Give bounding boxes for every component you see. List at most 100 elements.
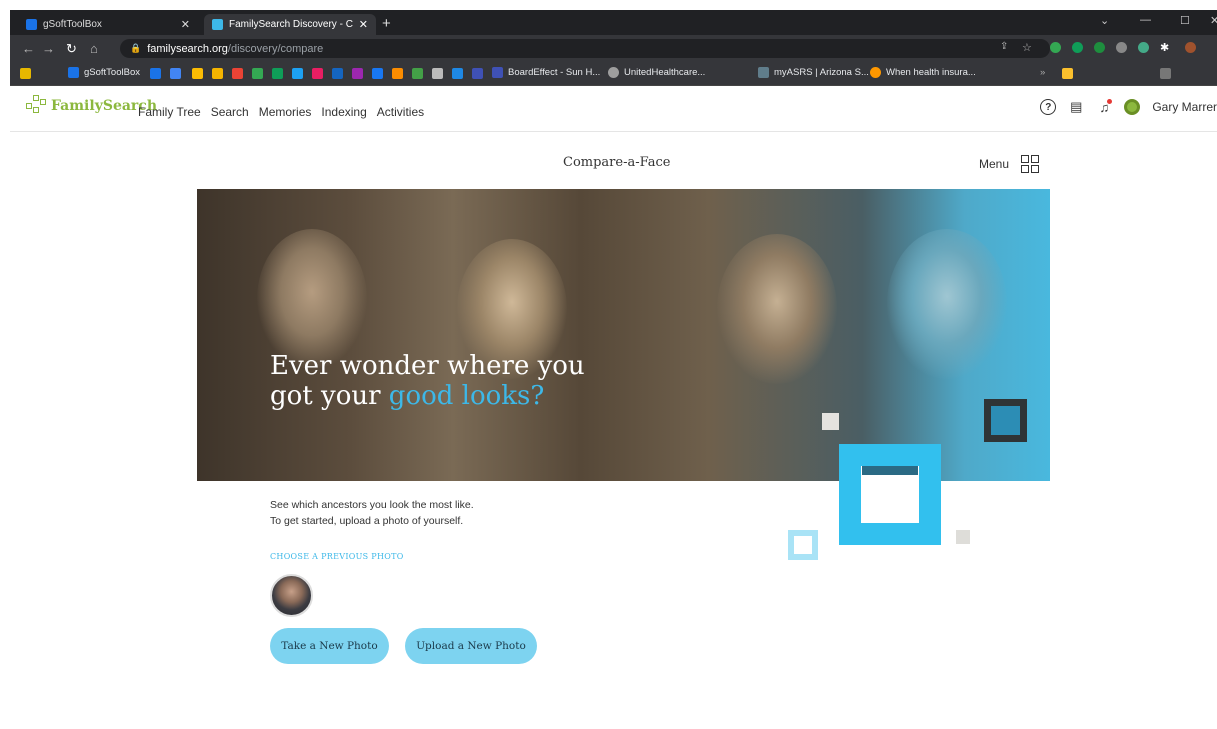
help-icon[interactable]: ? (1040, 99, 1057, 115)
maximize-icon[interactable]: ☐ (1180, 14, 1190, 27)
lock-icon: 🔒 (130, 43, 142, 53)
grid-menu-icon (1021, 155, 1040, 173)
ancestor-photo-4 (887, 229, 1007, 379)
close-window-icon[interactable]: ✕ (1210, 14, 1217, 27)
more-bookmarks-icon[interactable]: » (1040, 67, 1045, 78)
bookmark-favicon-icon (870, 67, 881, 78)
decorative-square (984, 399, 1027, 442)
upload-new-photo-button[interactable]: Upload a New Photo (405, 628, 537, 664)
tab-title: FamilySearch Discovery - Compa (229, 19, 353, 30)
bookmark-label: UnitedHealthcare... (624, 67, 706, 78)
bookmark-icon[interactable] (170, 68, 181, 79)
bookmark-favicon-icon (68, 67, 79, 78)
extensions-puzzle-icon[interactable]: ✱ (1160, 41, 1169, 54)
back-icon[interactable]: ← (22, 41, 35, 56)
bookmark-icon[interactable] (452, 68, 463, 79)
notifications-bell-icon[interactable]: ♫ (1096, 99, 1113, 115)
bookmark-boardeffect[interactable]: BoardEffect - Sun H... (492, 67, 600, 78)
decorative-square (822, 413, 839, 430)
bookmark-icon[interactable] (232, 68, 243, 79)
menu-label: Menu (979, 157, 1010, 171)
share-icon[interactable]: ⇪ (1000, 41, 1008, 52)
extension-icon[interactable] (1116, 42, 1127, 53)
tab-title: gSoftToolBox (43, 19, 102, 30)
address-bar[interactable]: 🔒 familysearch.org/discovery/compare (120, 39, 1050, 58)
decorative-square (862, 466, 918, 475)
hero-banner: Ever wonder where you got your good look… (197, 189, 1050, 481)
previous-photo-label: CHOOSE A PREVIOUS PHOTO (270, 552, 404, 561)
nav-family-tree[interactable]: Family Tree (138, 105, 201, 119)
familysearch-page: FamilySearch Family Tree Search Memories… (10, 86, 1217, 729)
take-new-photo-button[interactable]: Take a New Photo (270, 628, 389, 664)
bookmark-star-icon[interactable]: ☆ (1022, 41, 1032, 54)
previous-photo-thumbnail[interactable] (270, 574, 313, 617)
description-line-1: See which ancestors you look the most li… (270, 499, 474, 511)
hero-line-2-accent: good looks? (388, 381, 545, 411)
bookmark-health-insurance[interactable]: When health insura... (870, 67, 976, 78)
decorative-square (956, 530, 970, 544)
hero-headline: Ever wonder where you got your good look… (270, 351, 585, 411)
bookmark-icon[interactable] (212, 68, 223, 79)
extension-icon[interactable] (1072, 42, 1083, 53)
page-title: Compare-a-Face (563, 155, 671, 170)
minimize-icon[interactable]: — (1140, 14, 1151, 26)
reading-list-icon[interactable] (1160, 68, 1171, 79)
hero-line-1: Ever wonder where you (270, 351, 585, 381)
ancestor-photo-1 (257, 229, 367, 369)
nav-search[interactable]: Search (211, 105, 249, 119)
tab-gsofttoolbox[interactable]: gSoftToolBox ✕ (18, 14, 198, 35)
bookmark-label: gSoftToolBox (84, 67, 140, 78)
user-name[interactable]: Gary Marrer (1152, 100, 1217, 114)
bookmark-icon[interactable] (192, 68, 203, 79)
home-icon[interactable]: ⌂ (90, 41, 98, 56)
profile-icon[interactable] (1185, 42, 1196, 53)
menu-button[interactable]: Menu (979, 155, 1040, 173)
bookmark-label: BoardEffect - Sun H... (508, 67, 601, 78)
tree-logo-icon (26, 95, 48, 117)
bookmark-icon[interactable] (392, 68, 403, 79)
grammarly-icon[interactable] (1094, 42, 1105, 53)
bookmark-icon[interactable] (432, 68, 443, 79)
tab-search-chevron-icon[interactable]: ⌄ (1100, 14, 1109, 27)
extension-icon[interactable] (1138, 42, 1149, 53)
nav-activities[interactable]: Activities (377, 105, 424, 119)
nav-indexing[interactable]: Indexing (321, 105, 366, 119)
user-avatar[interactable] (1124, 99, 1141, 115)
bookmark-icon[interactable] (312, 68, 323, 79)
twitter-icon[interactable] (292, 68, 303, 79)
bookmark-icon[interactable] (332, 68, 343, 79)
bookmark-icon[interactable] (352, 68, 363, 79)
apps-grid-icon[interactable] (20, 68, 31, 79)
facebook-icon[interactable] (372, 68, 383, 79)
reload-icon[interactable]: ↻ (66, 41, 77, 57)
main-nav: Family Tree Search Memories Indexing Act… (138, 105, 424, 119)
description-line-2: To get started, upload a photo of yourse… (270, 515, 464, 527)
url-host: familysearch.org (147, 42, 228, 55)
bookmark-icon[interactable] (412, 68, 423, 79)
site-header: FamilySearch Family Tree Search Memories… (10, 86, 1217, 132)
browser-tab-bar: gSoftToolBox ✕ FamilySearch Discovery - … (10, 10, 1217, 35)
bookmark-unitedhealthcare[interactable]: UnitedHealthcare... (608, 67, 705, 78)
bookmark-label: myASRS | Arizona S... (774, 67, 869, 78)
bookmarks-bar: gSoftToolBox BoardEffect - Sun H... Unit… (10, 62, 1217, 86)
close-tab-icon[interactable]: ✕ (181, 18, 190, 31)
tab-familysearch[interactable]: FamilySearch Discovery - Compa ✕ (204, 14, 376, 35)
bookmark-icon[interactable] (472, 68, 483, 79)
forward-icon[interactable]: → (42, 41, 55, 56)
messages-icon[interactable]: ▤ (1068, 99, 1084, 115)
bookmark-favicon-icon (608, 67, 619, 78)
bookmark-myasrs[interactable]: myASRS | Arizona S... (758, 67, 869, 78)
bookmark-icon[interactable] (272, 68, 283, 79)
extension-icon[interactable] (1050, 42, 1061, 53)
other-bookmarks-icon[interactable] (1062, 68, 1073, 79)
bookmark-favicon-icon (492, 67, 503, 78)
new-tab-icon[interactable]: + (382, 15, 391, 32)
bookmark-icon[interactable] (252, 68, 263, 79)
ancestor-photo-3 (717, 234, 837, 384)
nav-memories[interactable]: Memories (259, 105, 312, 119)
bookmark-favicon-icon (758, 67, 769, 78)
close-tab-icon[interactable]: ✕ (359, 18, 368, 31)
description: See which ancestors you look the most li… (270, 497, 474, 529)
bookmark-gsofttoolbox[interactable]: gSoftToolBox (68, 67, 140, 78)
bookmark-icon[interactable] (150, 68, 161, 79)
